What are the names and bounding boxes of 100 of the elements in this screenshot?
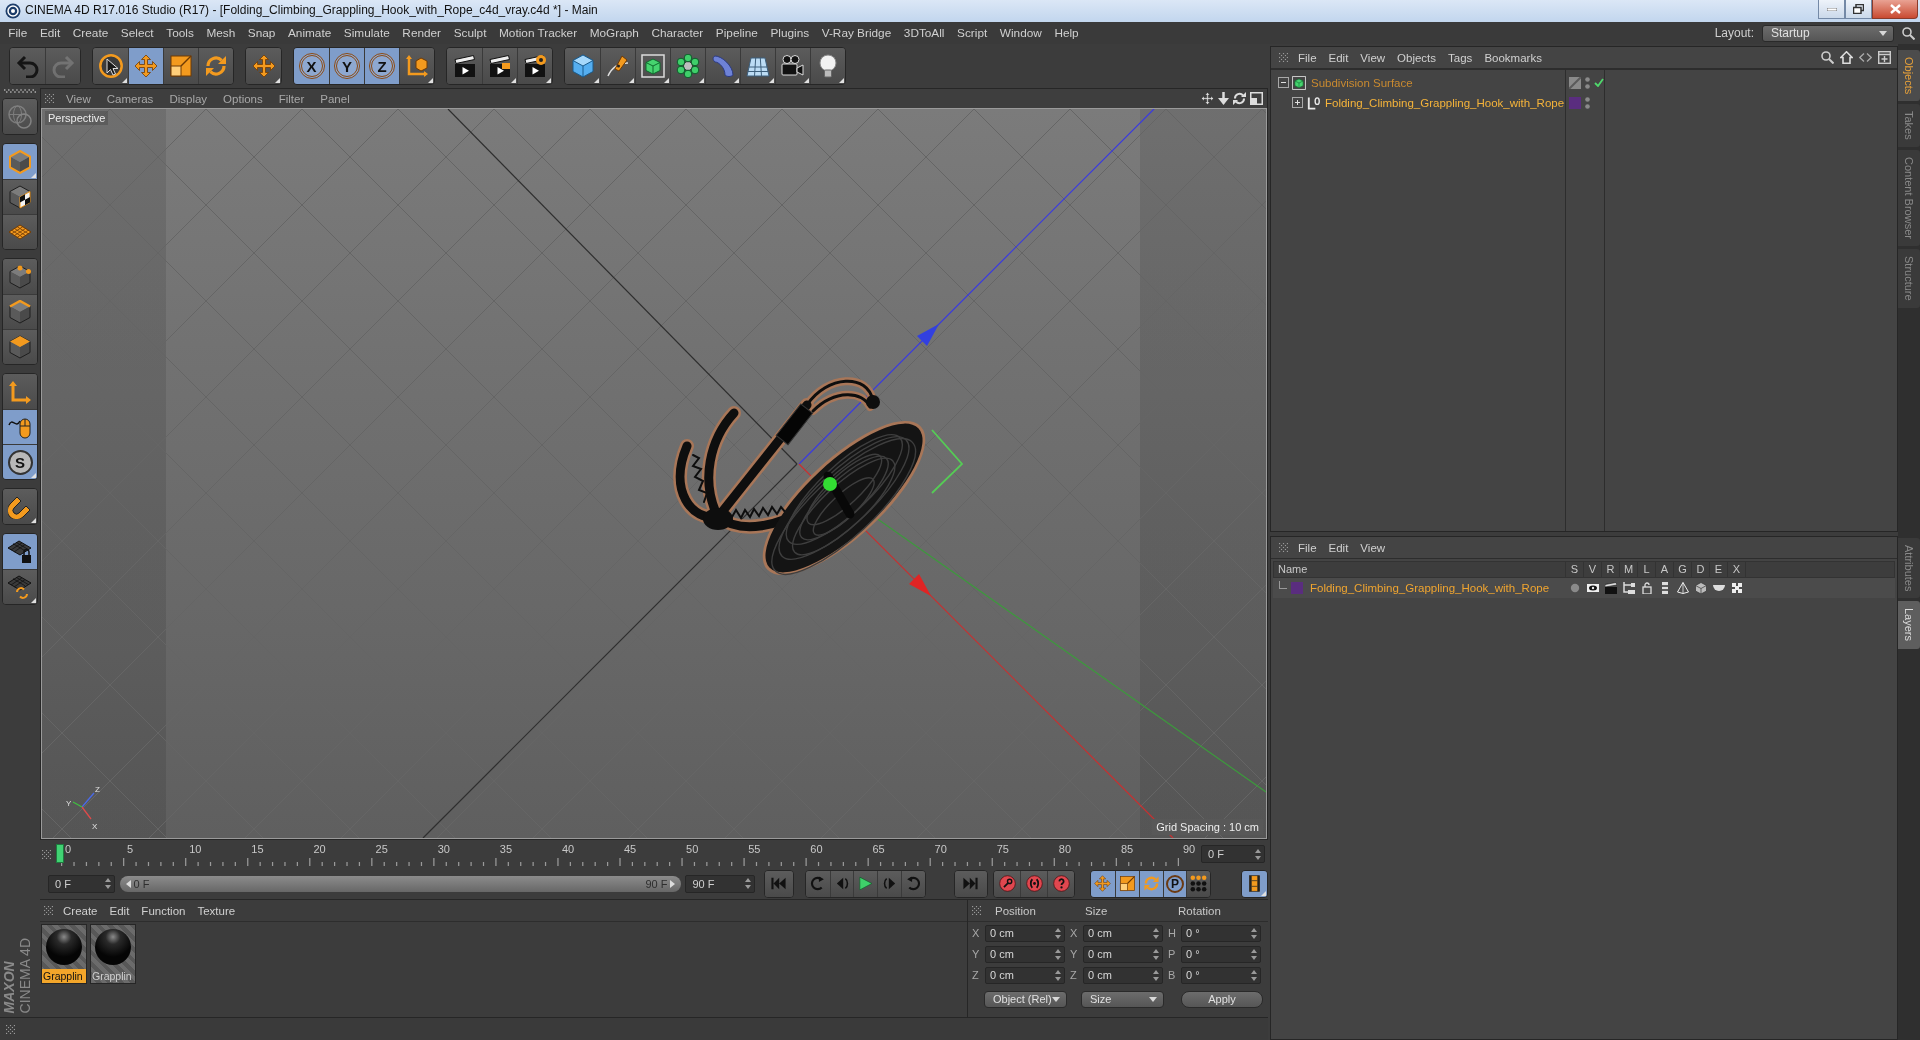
z-axis-handle[interactable] xyxy=(917,324,939,346)
position-field[interactable]: 0 cm xyxy=(985,924,1065,942)
rotation-field[interactable]: 0 ° xyxy=(1181,966,1261,984)
coordinate-system-button[interactable] xyxy=(399,48,434,84)
autokeying-button[interactable] xyxy=(1020,870,1048,897)
spinner-icon[interactable] xyxy=(1255,848,1261,860)
playhead-marker[interactable] xyxy=(56,844,64,863)
clapperboard-icon[interactable] xyxy=(1605,582,1617,594)
recent-tool-button[interactable] xyxy=(246,48,281,84)
rotation-field[interactable]: 0 ° xyxy=(1181,945,1261,963)
render-to-picture-viewer-button[interactable] xyxy=(482,48,517,84)
pyramid-icon[interactable] xyxy=(1677,582,1689,594)
axis-lock-button[interactable]: Y xyxy=(329,48,364,84)
menu-item[interactable]: Motion Tracker xyxy=(492,24,584,42)
axis-lock-button[interactable]: X xyxy=(294,48,329,84)
menu-item[interactable]: Plugins xyxy=(764,24,816,42)
menu-item[interactable]: Bookmarks xyxy=(1478,48,1548,67)
size-mode-dropdown[interactable]: Size xyxy=(1081,990,1164,1008)
plus-box-icon[interactable] xyxy=(1878,51,1891,64)
menu-item[interactable]: View xyxy=(58,89,99,108)
light-object-button[interactable] xyxy=(810,48,845,84)
end-frame-field[interactable]: 90 F xyxy=(685,874,755,893)
restore-button[interactable] xyxy=(1845,0,1872,19)
eye-icon[interactable] xyxy=(1587,584,1599,592)
left-arrow-icon[interactable] xyxy=(125,879,131,888)
maximize-icon[interactable] xyxy=(1250,92,1263,105)
size-field[interactable]: 0 cm xyxy=(1083,945,1163,963)
panel-tab[interactable]: Objects xyxy=(1898,50,1920,102)
pivot-point-icon[interactable] xyxy=(823,477,837,491)
layer-square-icon[interactable] xyxy=(1569,76,1581,89)
checkmark-icon[interactable] xyxy=(1594,78,1604,87)
pen-tool-button[interactable] xyxy=(600,48,635,84)
position-field[interactable]: 0 cm xyxy=(985,966,1065,984)
expand-box-icon[interactable] xyxy=(1292,97,1303,108)
subdivision-surface-button[interactable] xyxy=(635,48,670,84)
live-selection-button[interactable] xyxy=(93,48,128,84)
menu-item[interactable]: Edit xyxy=(33,24,67,42)
grip-icon[interactable] xyxy=(972,906,981,915)
menu-item[interactable]: Edit xyxy=(1322,538,1355,557)
vertical-arrow-icon[interactable] xyxy=(1218,92,1229,105)
edges-mode-button[interactable] xyxy=(3,294,37,329)
menu-item[interactable]: File xyxy=(2,24,34,42)
spinner-icon[interactable] xyxy=(1153,969,1159,981)
material-swatch[interactable]: Grapplin xyxy=(90,924,136,984)
texture-mode-button[interactable] xyxy=(3,179,37,214)
scale-keys-button[interactable] xyxy=(1114,870,1139,897)
menu-item[interactable]: Character xyxy=(645,24,710,42)
menu-item[interactable]: Panel xyxy=(312,89,358,108)
search-icon[interactable] xyxy=(1902,26,1915,40)
grip-icon[interactable] xyxy=(44,906,53,915)
menu-item[interactable]: Pipeline xyxy=(709,24,765,42)
play-button[interactable] xyxy=(853,870,878,897)
grappling-hook-drawing[interactable] xyxy=(673,377,926,576)
hierarchy-icon[interactable] xyxy=(1623,582,1635,594)
menu-item[interactable]: Objects xyxy=(1391,48,1443,67)
angle-brackets-icon[interactable] xyxy=(1859,53,1872,62)
model-mode-button[interactable] xyxy=(3,144,37,179)
record-keyframe-button[interactable] xyxy=(993,870,1021,897)
close-button[interactable] xyxy=(1872,0,1918,19)
object-name[interactable]: Folding_Climbing_Grappling_Hook_with_Rope xyxy=(1325,96,1565,109)
menu-item[interactable]: Simulate xyxy=(337,24,397,42)
coordinate-mode-dropdown[interactable]: Object (Rel) xyxy=(984,990,1067,1008)
padlock-icon[interactable] xyxy=(1642,582,1652,594)
menu-item[interactable]: V-Ray Bridge xyxy=(815,24,898,42)
orbit-icon[interactable] xyxy=(1233,92,1246,105)
menu-item[interactable]: Options xyxy=(215,89,271,108)
menu-item[interactable]: Tags xyxy=(1442,48,1479,67)
right-arrow-icon[interactable] xyxy=(670,879,676,888)
position-field[interactable]: 0 cm xyxy=(985,945,1065,963)
home-icon[interactable] xyxy=(1840,51,1853,64)
spinner-icon[interactable] xyxy=(745,878,751,889)
floor-object-button[interactable] xyxy=(740,48,775,84)
dot-icon[interactable] xyxy=(1570,583,1580,593)
menu-item[interactable]: Snap xyxy=(241,24,282,42)
size-field[interactable]: 0 cm xyxy=(1083,924,1163,942)
menu-item[interactable]: Script xyxy=(950,24,994,42)
parameter-keys-button[interactable]: P xyxy=(1162,870,1187,897)
menu-item[interactable]: Filter xyxy=(270,89,313,108)
layer-name[interactable]: Folding_Climbing_Grappling_Hook_with_Rope xyxy=(1310,582,1550,594)
spinner-icon[interactable] xyxy=(1153,927,1159,939)
spinner-icon[interactable] xyxy=(1251,927,1257,939)
menu-item[interactable]: Help xyxy=(1048,24,1085,42)
menu-item[interactable]: Render xyxy=(396,24,448,42)
cross-shape-icon[interactable] xyxy=(1732,583,1742,593)
menu-item[interactable]: Tools xyxy=(159,24,201,42)
layer-row[interactable]: Folding_Climbing_Grappling_Hook_with_Rope xyxy=(1273,578,1895,598)
layer-color-swatch[interactable] xyxy=(1291,582,1303,594)
position-keys-button[interactable] xyxy=(1091,870,1115,897)
magnet-tool-button[interactable] xyxy=(3,489,37,524)
menu-item[interactable]: Mesh xyxy=(200,24,242,42)
start-frame-field[interactable]: 0 F xyxy=(48,874,115,893)
cube-icon[interactable] xyxy=(1695,582,1707,594)
collapse-box-icon[interactable] xyxy=(1278,77,1289,88)
x-axis-handle[interactable] xyxy=(909,574,931,596)
layout-dropdown[interactable]: Startup xyxy=(1762,24,1894,42)
spinner-icon[interactable] xyxy=(1251,948,1257,960)
viewport-canvas[interactable]: Perspective Z Y X Grid Spacing : 10 cm xyxy=(41,108,1267,839)
rotate-tool-button[interactable] xyxy=(198,48,233,84)
cube-object-button[interactable] xyxy=(565,48,600,84)
current-frame-field[interactable]: 0 F xyxy=(1201,845,1265,863)
